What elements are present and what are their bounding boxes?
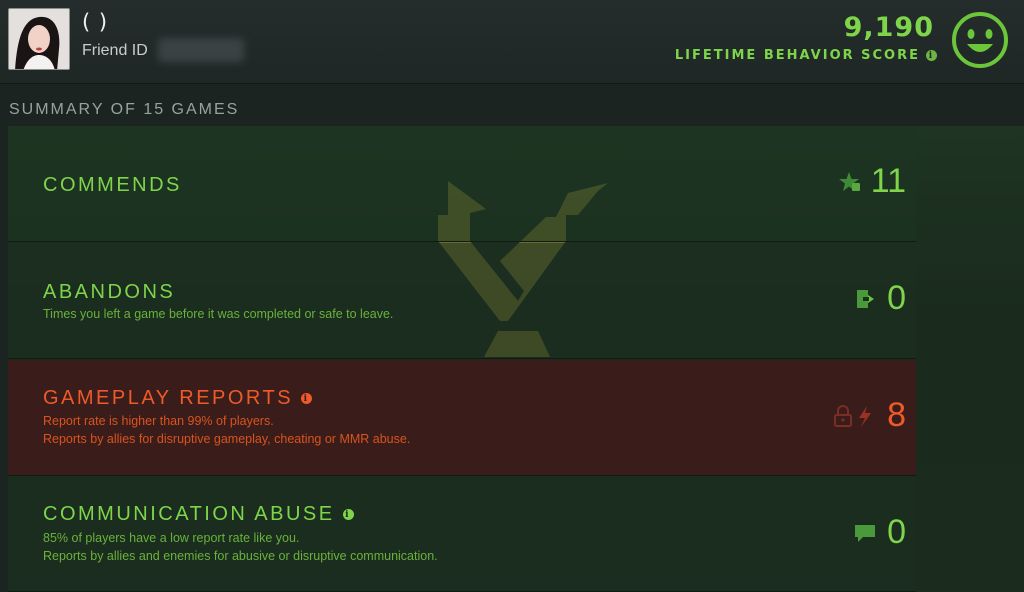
commends-row[interactable]: COMMENDS 11 [8,126,916,242]
gameplay-reports-title: GAMEPLAY REPORTS i [43,387,313,410]
communication-abuse-stat: 0 [853,513,906,552]
lock-lightning-icon [834,404,872,427]
behavior-score: 9,190 [843,12,934,43]
friend-id-value-blurred [158,38,244,62]
info-icon[interactable]: i [301,393,313,404]
star-thumb-icon [838,171,860,191]
abandons-row[interactable]: ABANDONS Times you left a game before it… [8,243,916,359]
commends-stat: 11 [838,162,906,201]
gameplay-reports-row[interactable]: GAMEPLAY REPORTS i Report rate is higher… [8,360,916,476]
commends-title-text: COMMENDS [43,174,182,196]
behavior-score-label: LIFETIME BEHAVIOR SCORE i [675,48,937,63]
profile-header: ( ) Friend ID 9,190 LIFETIME BEHAVIOR SC… [0,0,1024,84]
chat-bubble-icon [855,524,876,542]
abandons-desc: Times you left a game before it was comp… [43,307,394,321]
commends-title: COMMENDS [43,174,182,197]
communication-abuse-desc-1: 85% of players have a low report rate li… [43,531,300,545]
info-icon[interactable]: i [342,509,354,520]
friend-id-label: Friend ID [82,42,148,59]
abandons-title: ABANDONS [43,281,175,304]
player-name: ( ) [82,10,109,34]
communication-abuse-value: 0 [887,513,906,551]
gameplay-reports-title-text: GAMEPLAY REPORTS [43,387,294,409]
abandons-stat: 0 [855,279,906,318]
abandons-value: 0 [887,279,906,317]
communication-abuse-desc-2: Reports by allies and enemies for abusiv… [43,549,438,563]
gameplay-reports-desc-2: Reports by allies for disruptive gamepla… [43,432,411,446]
exit-door-icon [857,289,875,308]
summary-title: SUMMARY OF 15 GAMES [9,101,240,118]
gameplay-reports-stat: 8 [833,396,906,435]
summary-panel: COMMENDS 11 ABANDONS Times you left a ga… [8,126,1024,592]
communication-abuse-title: COMMUNICATION ABUSE i [43,503,354,526]
info-icon[interactable]: i [926,50,937,61]
behavior-score-label-text: LIFETIME BEHAVIOR SCORE [674,48,920,63]
gameplay-reports-value: 8 [887,396,906,434]
abandons-title-text: ABANDONS [43,281,176,303]
avatar[interactable] [8,8,70,70]
commends-value: 11 [870,162,906,200]
avatar-image [9,9,69,69]
communication-abuse-row[interactable]: COMMUNICATION ABUSE i 85% of players hav… [8,477,916,592]
smiley-face-icon [952,12,1008,68]
communication-abuse-title-text: COMMUNICATION ABUSE [43,503,335,525]
gameplay-reports-desc-1: Report rate is higher than 99% of player… [43,414,274,428]
